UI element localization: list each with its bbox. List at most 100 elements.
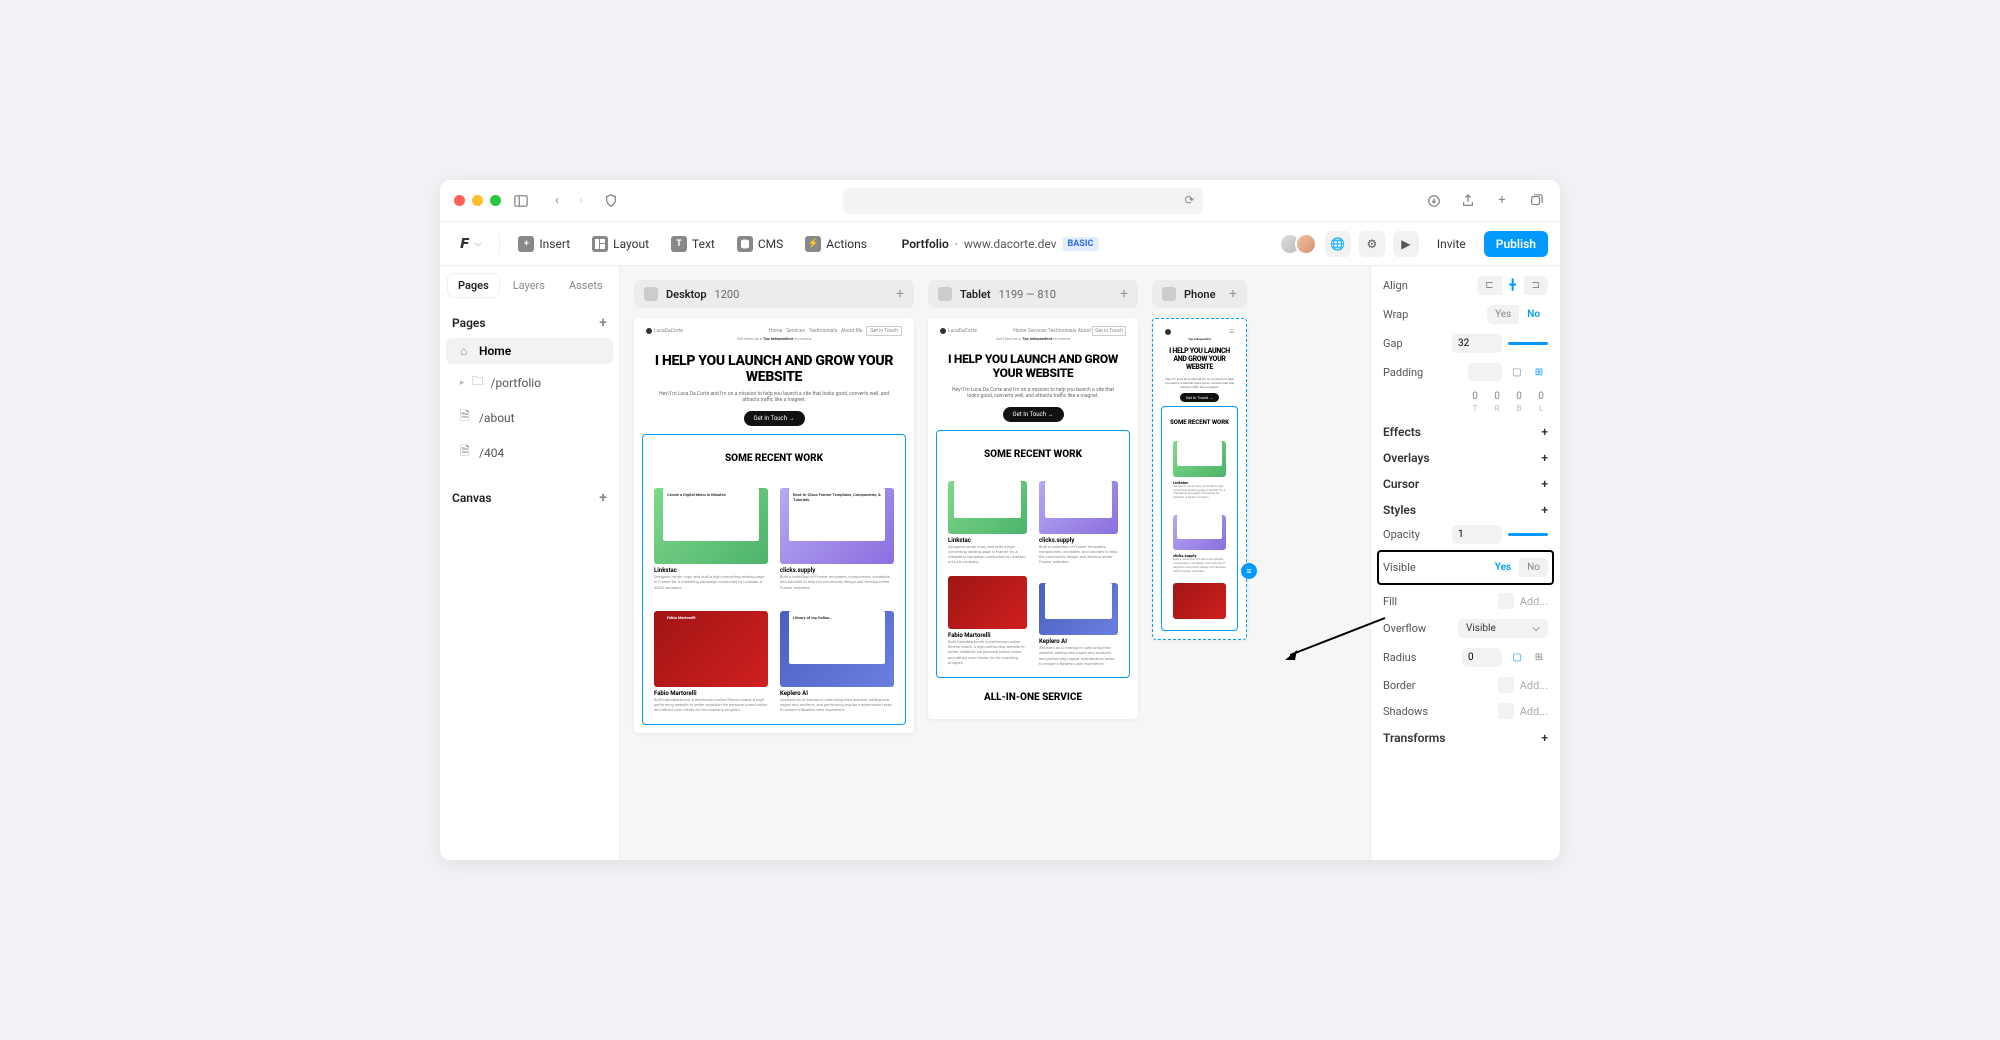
visible-label: Visible — [1383, 561, 1416, 574]
pages-section-header: Pages+ — [440, 305, 619, 337]
add-breakpoint-icon[interactable]: + — [1120, 286, 1128, 302]
globe-icon[interactable]: 🌐 — [1325, 231, 1351, 257]
minimize-window-icon[interactable] — [472, 195, 483, 206]
sidebar-toggle-icon[interactable] — [511, 191, 531, 211]
page-item-about[interactable]: 🗎/about — [446, 401, 613, 434]
overflow-select[interactable]: Visible⌵ — [1458, 619, 1548, 638]
resize-handle-icon[interactable]: ≡ — [1241, 563, 1257, 579]
invite-button[interactable]: Invite — [1427, 232, 1476, 256]
tabs-icon[interactable] — [1526, 191, 1546, 211]
page-item-home[interactable]: ⌂Home — [446, 338, 613, 364]
new-tab-icon[interactable]: + — [1492, 191, 1512, 211]
padding-mode[interactable]: ▢⊞ — [1508, 363, 1548, 381]
play-icon[interactable]: ▶ — [1393, 231, 1419, 257]
forward-icon[interactable]: › — [571, 191, 591, 211]
home-icon: ⌂ — [460, 344, 472, 358]
page-preview-phone[interactable]: ☰ Top Independent I HELP YOU LAUNCH AND … — [1152, 318, 1247, 640]
breakpoint-header-desktop[interactable]: Desktop1200+ — [634, 280, 914, 308]
breakpoint-tablet: Tablet1199 — 810+ LucaDaCorteHome Servic… — [928, 280, 1138, 846]
gap-input[interactable] — [1452, 334, 1502, 353]
page-preview-desktop[interactable]: LucaDaCorteHome Services Testimonials Ab… — [634, 318, 914, 733]
gap-slider[interactable] — [1508, 342, 1548, 345]
page-item-portfolio[interactable]: ▸🗀/portfolio — [446, 366, 613, 399]
gap-label: Gap — [1383, 337, 1403, 350]
radius-input[interactable] — [1462, 648, 1502, 667]
shield-icon[interactable] — [601, 191, 621, 211]
add-effect-icon[interactable]: + — [1541, 425, 1548, 439]
effects-section[interactable]: Effects — [1383, 425, 1421, 439]
close-window-icon[interactable] — [454, 195, 465, 206]
add-canvas-icon[interactable]: + — [599, 490, 607, 506]
add-cursor-icon[interactable]: + — [1541, 477, 1548, 491]
opacity-input[interactable] — [1452, 525, 1502, 544]
back-icon[interactable]: ‹ — [547, 191, 567, 211]
border-swatch[interactable] — [1498, 677, 1514, 693]
play-icon — [644, 287, 658, 301]
browser-titlebar: ‹ › ⟳ + — [440, 180, 1560, 222]
download-icon[interactable] — [1424, 191, 1444, 211]
collaborator-avatars[interactable] — [1285, 233, 1317, 255]
page-icon: 🗎 — [460, 407, 472, 428]
border-add[interactable]: Add... — [1520, 679, 1548, 692]
radius-mode[interactable]: ▢⊞ — [1508, 648, 1548, 667]
border-label: Border — [1383, 679, 1416, 692]
play-icon — [1162, 287, 1176, 301]
add-page-icon[interactable]: + — [599, 315, 607, 331]
tab-layers[interactable]: Layers — [503, 274, 555, 297]
opacity-slider[interactable] — [1508, 533, 1548, 536]
framer-menu[interactable]: 𝙁⌵ — [452, 231, 489, 257]
breakpoint-desktop: Desktop1200+ LucaDaCorteHome Services Te… — [634, 280, 914, 846]
traffic-lights — [454, 195, 501, 206]
insert-button[interactable]: Insert — [510, 231, 578, 257]
cursor-section[interactable]: Cursor — [1383, 477, 1419, 491]
breakpoint-header-tablet[interactable]: Tablet1199 — 810+ — [928, 280, 1138, 308]
tab-assets[interactable]: Assets — [559, 274, 613, 297]
styles-section[interactable]: Styles — [1383, 503, 1416, 517]
address-bar[interactable]: ⟳ — [843, 188, 1203, 214]
visible-toggle[interactable]: YesNo — [1487, 558, 1548, 577]
tab-pages[interactable]: Pages — [448, 274, 499, 297]
actions-button[interactable]: ⚡Actions — [797, 231, 875, 257]
opacity-label: Opacity — [1383, 528, 1420, 541]
canvas-area[interactable]: Desktop1200+ LucaDaCorteHome Services Te… — [620, 266, 1370, 860]
settings-icon[interactable]: ⚙ — [1359, 231, 1385, 257]
shadow-add[interactable]: Add... — [1520, 705, 1548, 718]
publish-button[interactable]: Publish — [1484, 231, 1548, 257]
app-toolbar: 𝙁⌵ Insert Layout TText CMS ⚡Actions Port… — [440, 222, 1560, 266]
fill-add[interactable]: Add... — [1520, 595, 1548, 608]
transforms-section[interactable]: Transforms — [1383, 731, 1445, 745]
cms-button[interactable]: CMS — [729, 231, 791, 257]
refresh-icon[interactable]: ⟳ — [1184, 193, 1194, 207]
fill-swatch[interactable] — [1498, 593, 1514, 609]
canvas-section-header: Canvas+ — [440, 480, 619, 512]
chevron-down-icon: ⌵ — [1532, 623, 1540, 634]
section-heading: SOME RECENT WORK — [647, 453, 901, 464]
padding-input[interactable] — [1468, 363, 1502, 381]
hero-heading: I HELP YOU LAUNCH AND GROW YOUR WEBSITE — [648, 353, 900, 385]
page-preview-tablet[interactable]: LucaDaCorteHome Services Testimonials Ab… — [928, 318, 1138, 719]
breakpoint-header-phone[interactable]: Phone+ — [1152, 280, 1247, 308]
add-overlay-icon[interactable]: + — [1541, 451, 1548, 465]
plan-badge: BASIC — [1063, 237, 1099, 251]
project-title: Portfolio · www.dacorte.dev BASIC — [902, 237, 1099, 251]
app-window: ‹ › ⟳ + 𝙁⌵ Insert Layout TText CMS ⚡Acti… — [440, 180, 1560, 860]
layout-button[interactable]: Layout — [584, 231, 657, 257]
shadows-label: Shadows — [1383, 705, 1428, 718]
add-style-icon[interactable]: + — [1541, 503, 1548, 517]
align-control[interactable]: ⊏╋⊐ — [1477, 276, 1548, 295]
folder-icon: 🗀 — [472, 372, 484, 393]
wrap-toggle[interactable]: YesNo — [1487, 305, 1548, 324]
cta-button: Get In Touch → — [744, 411, 805, 426]
padding-label: Padding — [1383, 366, 1423, 379]
add-breakpoint-icon[interactable]: + — [896, 286, 904, 302]
text-button[interactable]: TText — [663, 231, 723, 257]
share-icon[interactable] — [1458, 191, 1478, 211]
shadow-swatch[interactable] — [1498, 703, 1514, 719]
add-transform-icon[interactable]: + — [1541, 731, 1548, 745]
add-breakpoint-icon[interactable]: + — [1229, 286, 1237, 302]
wrap-label: Wrap — [1383, 308, 1408, 321]
page-item-404[interactable]: 🗎/404 — [446, 436, 613, 469]
play-icon — [938, 287, 952, 301]
overlays-section[interactable]: Overlays — [1383, 451, 1430, 465]
fullscreen-window-icon[interactable] — [490, 195, 501, 206]
